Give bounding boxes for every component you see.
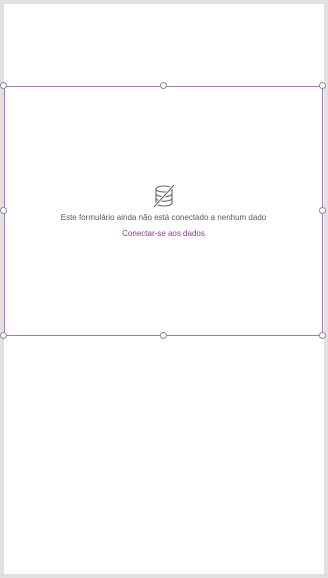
resize-handle-top-right[interactable] <box>319 82 326 89</box>
connect-to-data-link[interactable]: Conectar-se aos dados <box>122 229 205 239</box>
form-empty-message: Este formulário ainda não está conectado… <box>60 213 267 222</box>
resize-handle-bottom-right[interactable] <box>319 332 326 339</box>
form-empty-state: Este formulário ainda não está conectado… <box>5 183 322 241</box>
resize-handle-bottom-center[interactable] <box>160 332 167 339</box>
resize-handle-middle-left[interactable] <box>0 207 7 214</box>
resize-handle-middle-right[interactable] <box>319 207 326 214</box>
resize-handle-top-left[interactable] <box>0 82 7 89</box>
database-disconnected-icon <box>152 183 175 209</box>
resize-handle-bottom-left[interactable] <box>0 332 7 339</box>
edit-form-control[interactable]: Este formulário ainda não está conectado… <box>4 86 323 336</box>
resize-handle-top-center[interactable] <box>160 82 167 89</box>
